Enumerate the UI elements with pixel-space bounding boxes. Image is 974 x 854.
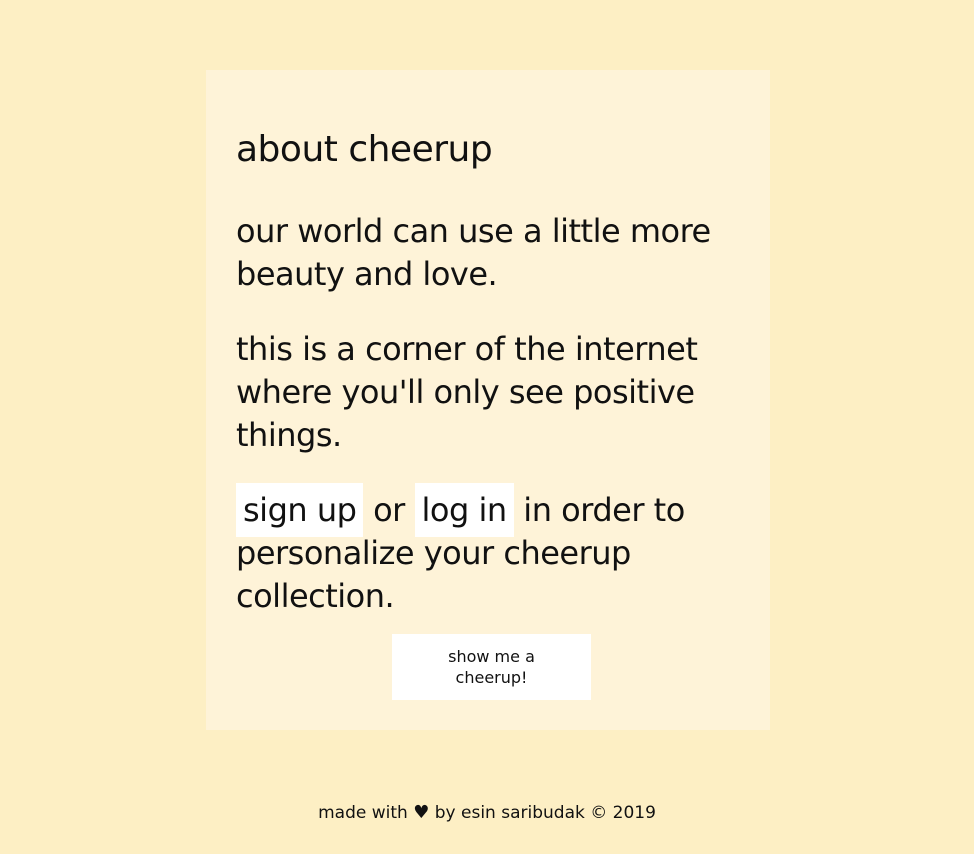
show-cheerup-button[interactable]: show me a cheerup! [392, 634, 591, 700]
description-paragraph: this is a corner of the internet where y… [236, 330, 698, 454]
about-card: about cheerup our world can use a little… [206, 70, 770, 730]
footer: made with ♥ by esin saribudak © 2019 [0, 801, 974, 825]
auth-paragraph: sign up or log in in order to personaliz… [236, 483, 736, 618]
footer-prefix: made with [318, 803, 408, 823]
footer-credit: by esin saribudak © 2019 [434, 803, 656, 823]
page: about cheerup our world can use a little… [0, 0, 974, 854]
or-text: or [373, 491, 405, 529]
sign-up-link[interactable]: sign up [236, 483, 364, 537]
log-in-link[interactable]: log in [414, 483, 514, 537]
heart-icon: ♥ [413, 802, 430, 823]
intro-paragraph: our world can use a little more beauty a… [236, 212, 711, 293]
page-title: about cheerup [236, 129, 493, 170]
